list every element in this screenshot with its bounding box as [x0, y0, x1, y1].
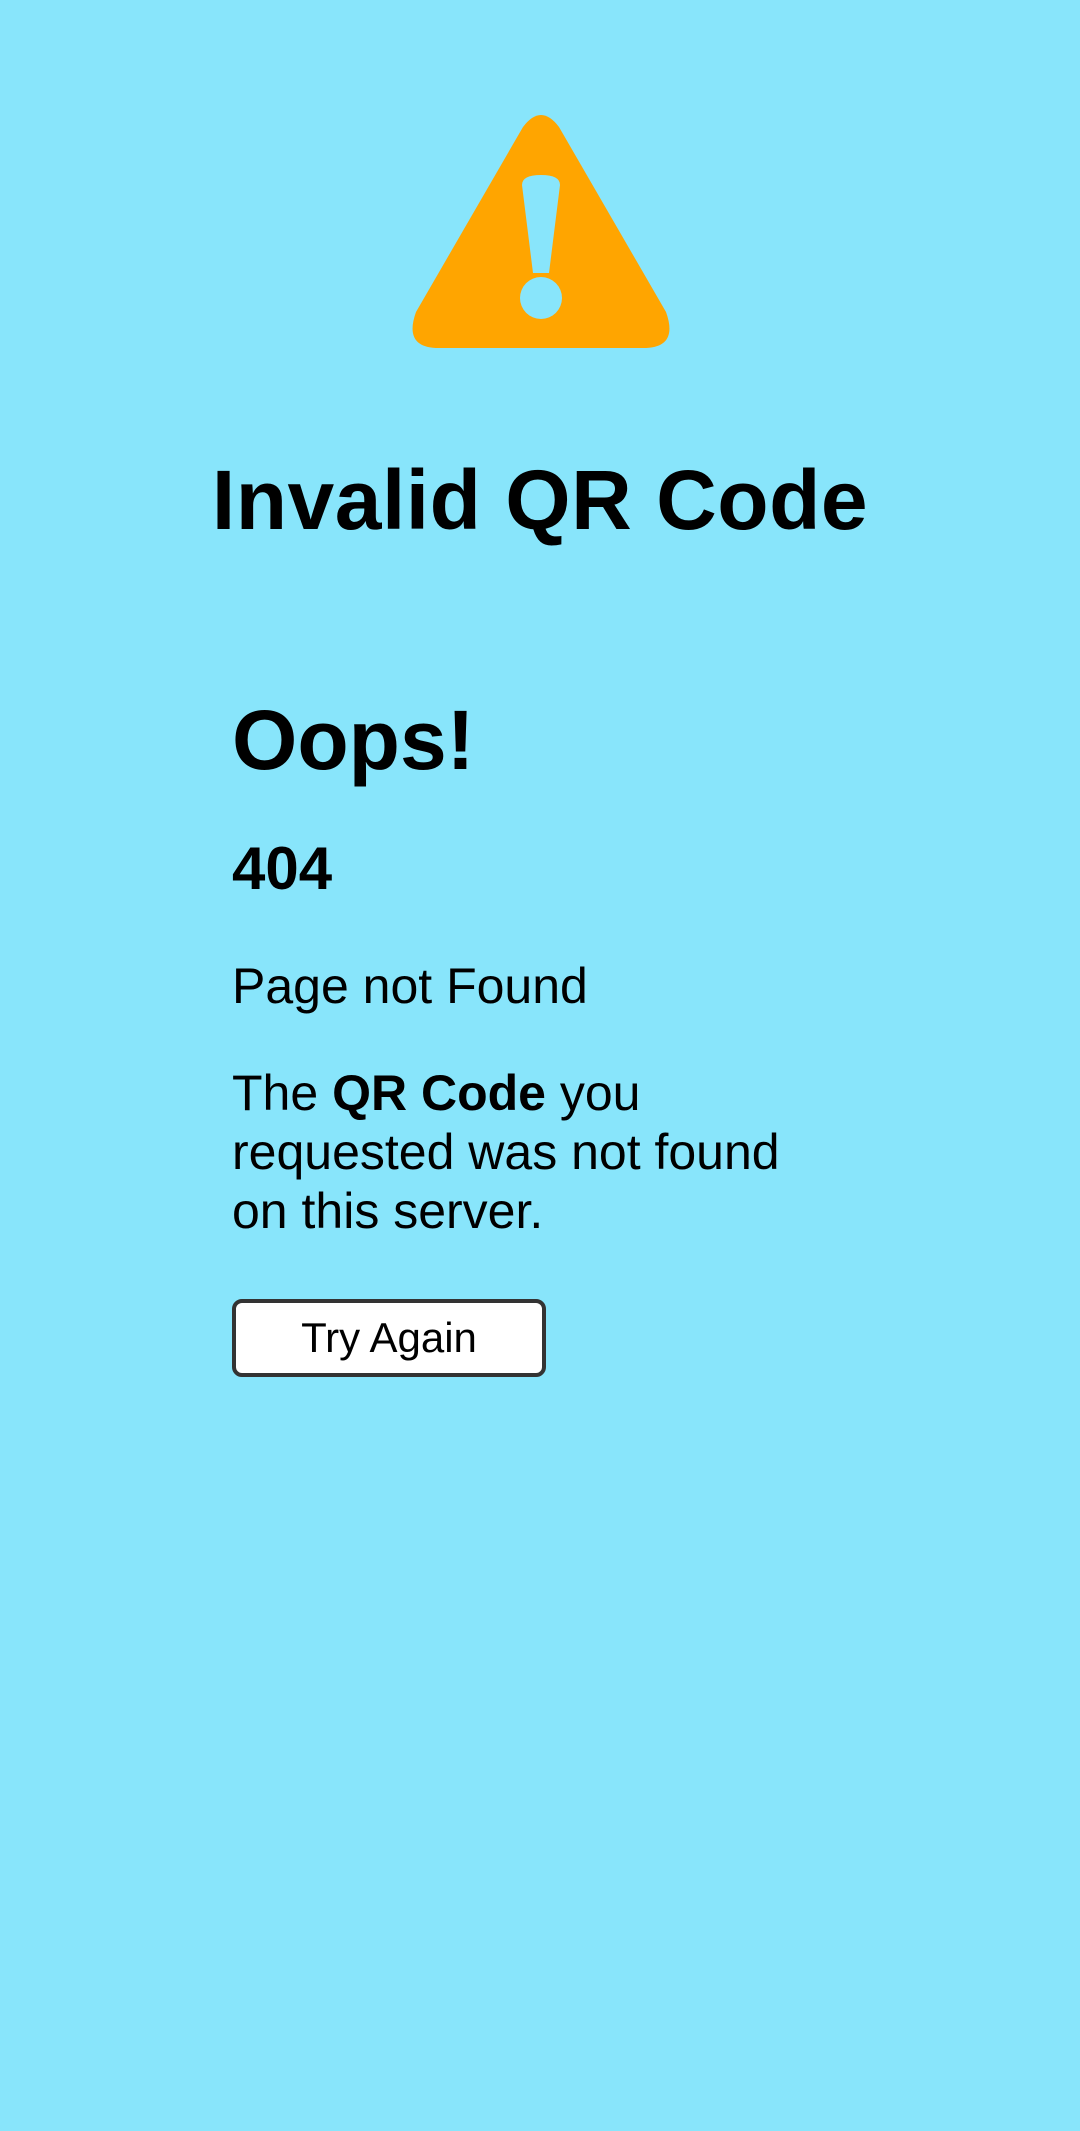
error-message: The QR Code you requested was not found …	[232, 1064, 832, 1241]
error-content: Oops! 404 Page not Found The QR Code you…	[232, 690, 852, 1377]
error-subtitle: Page not Found	[232, 958, 588, 1014]
message-bold: QR Code	[332, 1065, 546, 1121]
warning-triangle-icon	[412, 115, 670, 348]
page-title: Invalid QR Code	[211, 453, 869, 547]
message-prefix: The	[232, 1065, 333, 1121]
try-again-button[interactable]: Try Again	[232, 1299, 546, 1377]
error-code: 404	[232, 835, 333, 902]
error-page: Invalid QR Code Oops! 404 Page not Found…	[0, 0, 1080, 2131]
error-heading: Oops!	[232, 693, 475, 787]
